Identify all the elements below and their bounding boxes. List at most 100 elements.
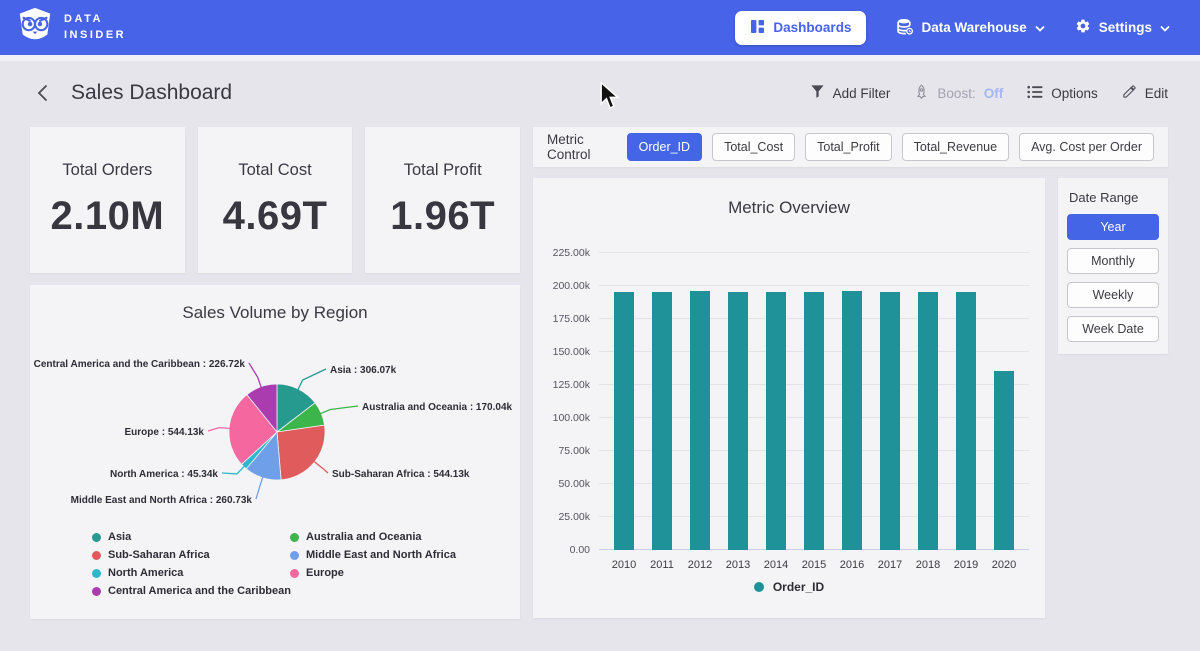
pie-label-central-america-and-the-caribbean: Central America and the Caribbean : 226.… [34,359,246,370]
chart-title: Metric Overview [533,178,1045,218]
bar-slot [757,292,795,550]
pie-leader-line [208,428,230,431]
pie-leader-line [314,461,328,473]
pie-legend-item-north-america[interactable]: North America [92,567,290,579]
legend-label: North America [108,567,183,579]
pie-label-north-america: North America : 45.34k [110,469,218,480]
x-tick-2011: 2011 [643,559,681,571]
x-tick-2018: 2018 [909,559,947,571]
bar-2012[interactable] [690,291,710,550]
bar-slot [871,292,909,550]
kpi-label: Total Cost [238,161,311,180]
legend-dot [290,569,299,578]
y-axis-tick: 200.00k [553,280,590,292]
date-range-buttons: Year Monthly Weekly Week Date [1067,214,1159,342]
back-button[interactable] [32,79,53,107]
options-label: Options [1051,86,1098,101]
date-range-button-weekly[interactable]: Weekly [1067,282,1159,308]
bar-2020[interactable] [994,371,1014,550]
pie-label-australia-and-oceania: Australia and Oceania : 170.04k [362,402,513,413]
add-filter-button[interactable]: Add Filter [810,84,891,102]
bar-2016[interactable] [842,291,862,550]
pie-legend-item-asia[interactable]: Asia [92,531,290,543]
pie-legend-column-2: Australia and Oceania Middle East and Nor… [290,531,456,597]
boost-toggle[interactable]: Boost: Off [914,84,1003,102]
data-warehouse-nav-button[interactable]: Data Warehouse [896,18,1044,38]
y-axis-tick: 225.00k [553,247,590,259]
x-tick-2020: 2020 [985,559,1023,571]
metric-button-total-revenue[interactable]: Total_Revenue [902,133,1009,161]
x-tick-2010: 2010 [605,559,643,571]
kpi-value: 2.10M [51,194,165,239]
pie-slice-sub-saharan-africa[interactable] [277,425,325,480]
pie-legend-item-middle-east-and-north-africa[interactable]: Middle East and North Africa [290,549,456,561]
boost-state: Off [984,86,1004,101]
y-axis-tick: 100.00k [553,412,590,424]
gear-icon [1075,18,1091,37]
page-title: Sales Dashboard [71,81,232,105]
pie-leader-line [222,466,245,474]
pie-legend-item-australia-and-oceania[interactable]: Australia and Oceania [290,531,456,543]
pie-label-middle-east-and-north-africa: Middle East and North Africa : 260.73k [71,495,253,506]
legend-dot [92,533,101,542]
sales-volume-pie-card: Sales Volume by Region Asia : 306.07kAus… [30,285,520,619]
pie-chart: Asia : 306.07k Australia and Oceania : 17… [30,321,520,533]
metric-button-order-id[interactable]: Order_ID [627,133,702,161]
dashboards-nav-button[interactable]: Dashboards [735,11,866,45]
bar-2015[interactable] [804,292,824,550]
legend-label: Australia and Oceania [306,531,422,543]
legend-label: Central America and the Caribbean [108,585,291,597]
kpi-row: Total Orders 2.10M Total Cost 4.69T Tota… [30,127,520,273]
y-axis-tick: 0.00 [570,544,590,556]
bar-2010[interactable] [614,292,634,550]
bar-2013[interactable] [728,292,748,550]
kpi-label: Total Profit [404,161,482,180]
bar-2018[interactable] [918,292,938,550]
bar-chart-legend[interactable]: Order_ID [533,580,1045,594]
x-tick-2017: 2017 [871,559,909,571]
legend-label: Order_ID [773,580,824,594]
metric-button-avg-cost-per-order[interactable]: Avg. Cost per Order [1019,133,1154,161]
date-range-button-monthly[interactable]: Monthly [1067,248,1159,274]
bar-slot [985,371,1023,550]
database-icon [896,18,913,38]
bar-2017[interactable] [880,292,900,550]
settings-label: Settings [1099,20,1152,35]
date-range-label: Date Range [1067,190,1159,205]
bar-2014[interactable] [766,292,786,550]
y-axis-tick: 75.00k [558,445,590,457]
metric-control-buttons: Order_ID Total_Cost Total_Profit Total_Reve… [627,133,1154,161]
bar-slot [643,292,681,550]
metric-overview-chart-card: Metric Overview 0.0025.00k50.00k75.00k10… [533,178,1045,618]
x-tick-2014: 2014 [757,559,795,571]
pie-legend-item-europe[interactable]: Europe [290,567,456,579]
options-button[interactable]: Options [1027,85,1098,102]
bar-slot [681,291,719,550]
y-axis-tick: 175.00k [553,313,590,325]
pie-leader-line [249,363,261,388]
date-range-button-year[interactable]: Year [1067,214,1159,240]
pie-legend-column-1: Asia Sub-Saharan Africa North America Centr… [92,531,290,597]
filter-funnel-icon [810,84,825,102]
pie-label-asia: Asia : 306.07k [330,365,397,376]
y-axis-tick: 50.00k [558,478,590,490]
brand-logo[interactable]: DATA INSIDER [16,6,126,49]
bar-slot [833,291,871,550]
metric-button-total-cost[interactable]: Total_Cost [712,133,795,161]
dashboards-label: Dashboards [773,20,851,35]
legend-dot [290,551,299,560]
pie-legend-item-sub-saharan-africa[interactable]: Sub-Saharan Africa [92,549,290,561]
y-axis-tick: 150.00k [553,346,590,358]
pie-legend-item-central-america-and-the-caribbean[interactable]: Central America and the Caribbean [92,585,290,597]
bar-slot [795,292,833,550]
top-nav-bar: DATA INSIDER Dashboards [0,0,1200,55]
date-range-button-week-date[interactable]: Week Date [1067,316,1159,342]
bar-slot [719,292,757,550]
kpi-value: 4.69T [223,194,328,239]
bar-2019[interactable] [956,292,976,550]
metric-button-total-profit[interactable]: Total_Profit [805,133,892,161]
bar-2011[interactable] [652,292,672,550]
boost-label: Boost: [937,86,975,101]
edit-button[interactable]: Edit [1122,84,1168,102]
settings-nav-button[interactable]: Settings [1075,18,1170,37]
